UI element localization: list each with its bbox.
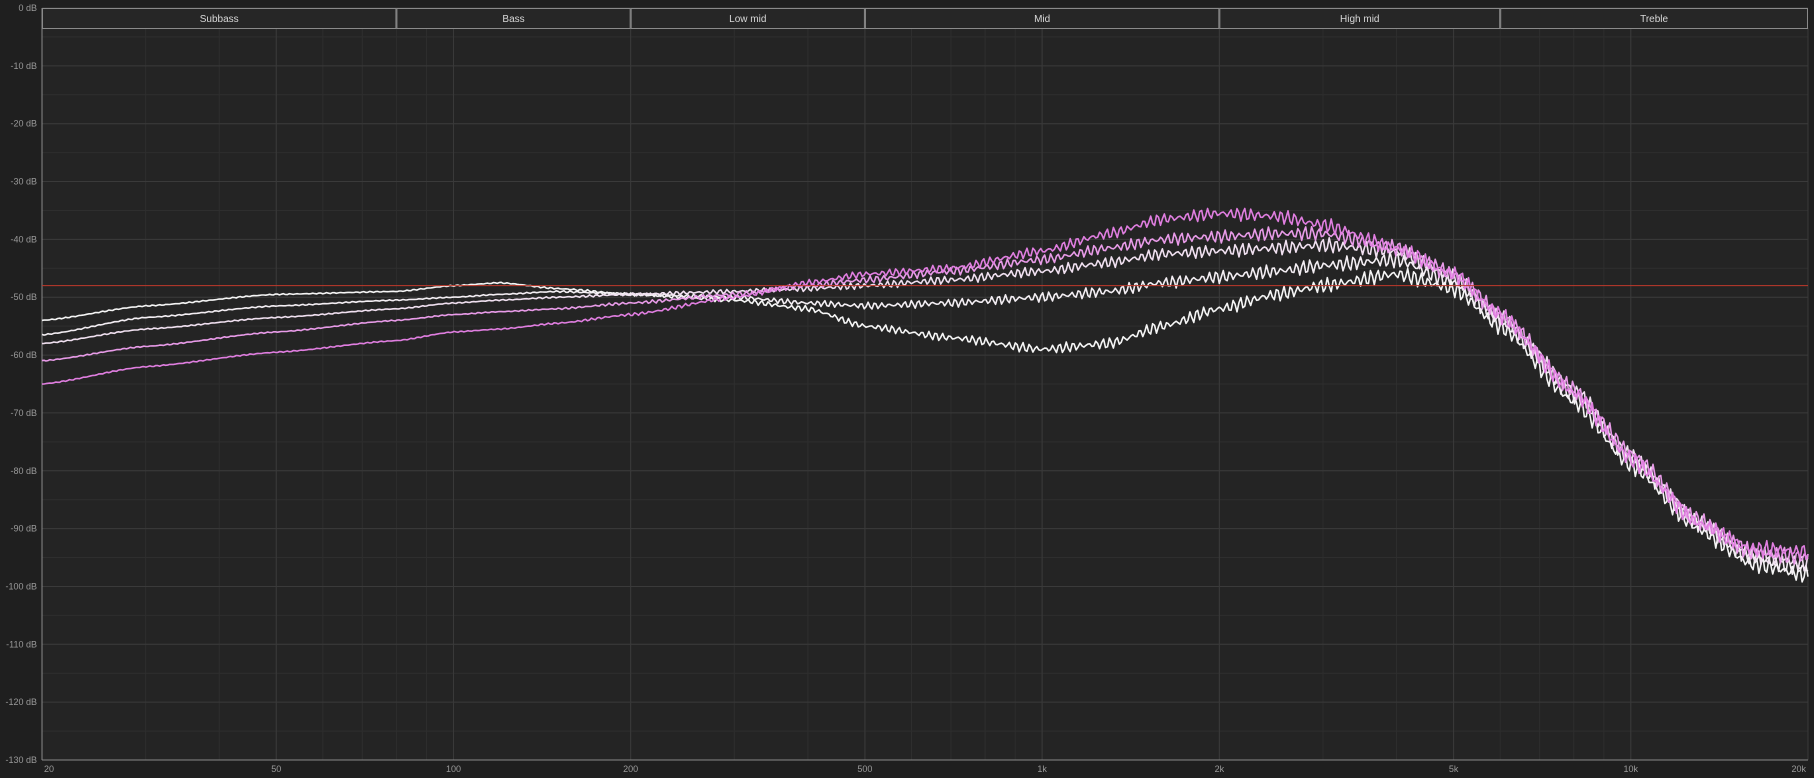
x-tick-label: 20k bbox=[1791, 764, 1806, 774]
y-tick-label: -50 dB bbox=[10, 292, 37, 302]
x-tick-label: 500 bbox=[857, 764, 872, 774]
band-low-mid: Low mid bbox=[630, 8, 865, 29]
band-label: Mid bbox=[1034, 14, 1050, 25]
y-tick-label: -90 dB bbox=[10, 524, 37, 534]
y-tick-label: -40 dB bbox=[10, 234, 37, 244]
y-tick-label: -30 dB bbox=[10, 177, 37, 187]
spectrum-analyzer: Subbass Bass Low mid Mid High mid Treble 0 dB… bbox=[0, 0, 1814, 778]
y-tick-label: -80 dB bbox=[10, 466, 37, 476]
band-label: Treble bbox=[1640, 14, 1668, 25]
y-tick-label: -70 dB bbox=[10, 408, 37, 418]
x-tick-label: 100 bbox=[446, 764, 461, 774]
band-treble: Treble bbox=[1500, 8, 1809, 29]
y-tick-label: -10 dB bbox=[10, 61, 37, 71]
band-bass: Bass bbox=[396, 8, 631, 29]
band-label: Low mid bbox=[729, 14, 766, 25]
band-label: Bass bbox=[502, 14, 524, 25]
x-tick-label: 2k bbox=[1215, 764, 1225, 774]
x-tick-label: 200 bbox=[623, 764, 638, 774]
x-tick-label: 10k bbox=[1624, 764, 1639, 774]
y-tick-label: 0 dB bbox=[18, 3, 37, 13]
band-mid: Mid bbox=[864, 8, 1220, 29]
band-subbass: Subbass bbox=[42, 8, 397, 29]
y-tick-label: -130 dB bbox=[5, 755, 37, 765]
y-tick-label: -100 dB bbox=[5, 581, 37, 591]
x-tick-label: 1k bbox=[1037, 764, 1047, 774]
band-label: High mid bbox=[1340, 14, 1379, 25]
band-label: Subbass bbox=[200, 14, 239, 25]
band-high-mid: High mid bbox=[1219, 8, 1501, 29]
y-tick-label: -110 dB bbox=[6, 639, 37, 649]
x-tick-label: 50 bbox=[271, 764, 281, 774]
y-tick-label: -60 dB bbox=[10, 350, 37, 360]
y-tick-label: -20 dB bbox=[10, 119, 37, 129]
frequency-band-header: Subbass Bass Low mid Mid High mid Treble bbox=[42, 8, 1809, 29]
x-tick-label: 5k bbox=[1449, 764, 1459, 774]
x-tick-label: 20 bbox=[44, 764, 54, 774]
y-tick-label: -120 dB bbox=[5, 697, 37, 707]
